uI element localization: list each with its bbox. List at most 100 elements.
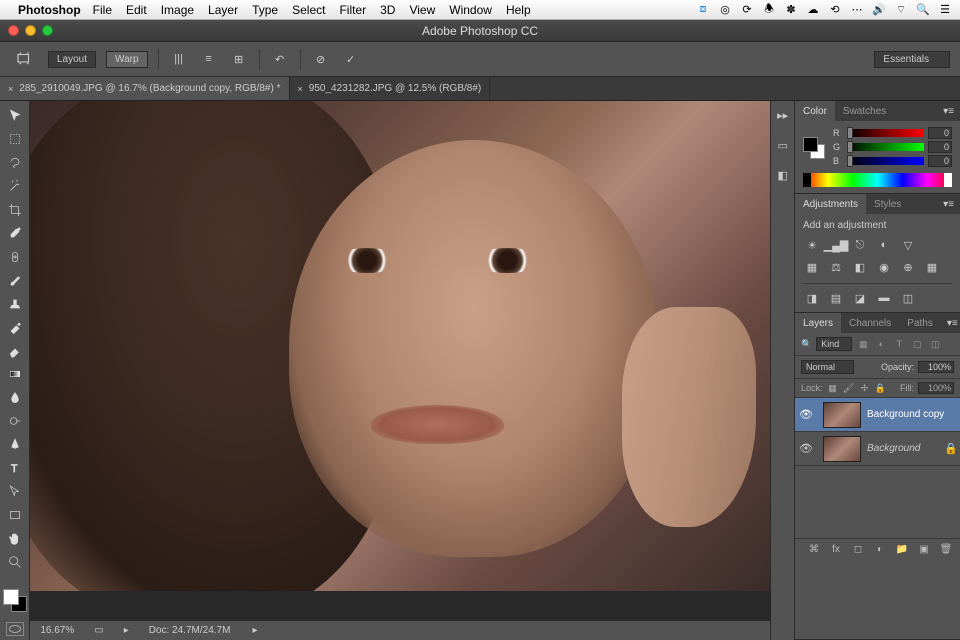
close-tab-icon[interactable]: ×	[298, 84, 303, 94]
layer-row[interactable]: 👁 Background copy	[795, 398, 960, 432]
close-tab-icon[interactable]: ×	[8, 84, 13, 94]
document-tab[interactable]: × 950_4231282.JPG @ 12.5% (RGB/8#)	[290, 77, 491, 100]
gradient-map-icon[interactable]: ▬	[875, 290, 893, 306]
sync2-icon[interactable]: ⟲	[828, 3, 842, 17]
history-panel-icon[interactable]: ▭	[773, 135, 793, 155]
menu-help[interactable]: Help	[506, 3, 531, 17]
cc-icon[interactable]: ◎	[718, 3, 732, 17]
b-value[interactable]: 0	[928, 155, 952, 167]
layer-visibility-icon[interactable]: 👁	[795, 442, 817, 455]
bell-icon[interactable]: 🕭	[762, 3, 776, 17]
r-slider[interactable]	[847, 129, 924, 137]
wifi-icon[interactable]: ⌔	[894, 3, 908, 17]
paw-icon[interactable]: ✽	[784, 3, 798, 17]
panel-menu-icon[interactable]: ▾≡	[937, 106, 960, 117]
workspace-switcher[interactable]: Essentials	[874, 51, 950, 68]
levels-icon[interactable]: ▁▄▇	[827, 237, 845, 253]
bw-icon[interactable]: ◧	[851, 259, 869, 275]
pen-tool[interactable]	[3, 434, 27, 456]
foreground-color-swatch[interactable]	[3, 589, 19, 605]
quickmask-toggle[interactable]	[6, 622, 24, 636]
commit-icon[interactable]: ✓	[341, 49, 361, 69]
fill-input[interactable]: 100%	[918, 382, 954, 394]
photo-filter-icon[interactable]: ◉	[875, 259, 893, 275]
menu-3d[interactable]: 3D	[380, 3, 395, 17]
menu-edit[interactable]: Edit	[126, 3, 147, 17]
color-tab[interactable]: Color	[795, 101, 835, 121]
properties-panel-icon[interactable]: ◧	[773, 165, 793, 185]
cancel-icon[interactable]: ⊘	[311, 49, 331, 69]
color-spectrum[interactable]	[803, 173, 952, 187]
g-slider[interactable]	[847, 143, 924, 151]
g-value[interactable]: 0	[928, 141, 952, 153]
delete-layer-icon[interactable]: 🗑	[938, 542, 954, 558]
r-value[interactable]: 0	[928, 127, 952, 139]
brightness-icon[interactable]: ☀	[803, 237, 821, 253]
menu-filter[interactable]: Filter	[339, 3, 366, 17]
volume-icon[interactable]: 🔊	[872, 3, 886, 17]
layer-fx-icon[interactable]: fx	[828, 542, 844, 558]
brush-tool[interactable]	[3, 270, 27, 292]
undo-icon[interactable]: ↶	[270, 49, 290, 69]
healing-brush-tool[interactable]	[3, 246, 27, 268]
layer-row[interactable]: 👁 Background 🔒	[795, 432, 960, 466]
document-tab-active[interactable]: × 285_2910049.JPG @ 16.7% (Background co…	[0, 77, 290, 100]
posterize-icon[interactable]: ▤	[827, 290, 845, 306]
status-icon[interactable]: ▭	[94, 625, 103, 636]
zoom-tool[interactable]	[3, 552, 27, 574]
zoom-level[interactable]: 16.67%	[40, 625, 74, 636]
menu-file[interactable]: File	[93, 3, 112, 17]
status-flyout-icon[interactable]: ▸	[124, 625, 129, 636]
invert-icon[interactable]: ◨	[803, 290, 821, 306]
filter-adjust-icon[interactable]: ◐	[874, 337, 888, 351]
color-balance-icon[interactable]: ⚖	[827, 259, 845, 275]
blend-mode-select[interactable]: Normal	[801, 360, 854, 374]
grid-icon[interactable]: ⊞	[229, 49, 249, 69]
doc-info-flyout-icon[interactable]: ▸	[252, 625, 257, 636]
gradient-tool[interactable]	[3, 364, 27, 386]
history-brush-tool[interactable]	[3, 317, 27, 339]
hand-tool[interactable]	[3, 528, 27, 550]
exposure-icon[interactable]: ◐	[875, 237, 893, 253]
selective-color-icon[interactable]: ◫	[899, 290, 917, 306]
swatches-tab[interactable]: Swatches	[835, 101, 894, 121]
adjustments-tab[interactable]: Adjustments	[795, 194, 866, 214]
lock-position-icon[interactable]: ✢	[859, 382, 871, 394]
dots-icon[interactable]: ⋯	[850, 3, 864, 17]
b-slider[interactable]	[847, 157, 924, 165]
menu-view[interactable]: View	[409, 3, 435, 17]
threshold-icon[interactable]: ◪	[851, 290, 869, 306]
document-canvas[interactable]	[30, 101, 770, 591]
dodge-tool[interactable]	[3, 411, 27, 433]
layout-mode-button[interactable]: Layout	[48, 51, 96, 68]
eraser-tool[interactable]	[3, 340, 27, 362]
marquee-tool[interactable]	[3, 129, 27, 151]
layer-mask-icon[interactable]: ◻	[850, 542, 866, 558]
layer-name[interactable]: Background	[867, 443, 942, 454]
blur-tool[interactable]	[3, 387, 27, 409]
zoom-window-button[interactable]	[42, 25, 53, 36]
opacity-input[interactable]: 100%	[918, 361, 954, 373]
dropbox-icon[interactable]: ⧈	[696, 3, 710, 17]
layer-name[interactable]: Background copy	[867, 409, 960, 420]
filter-smart-icon[interactable]: ◫	[928, 337, 942, 351]
panel-menu-icon[interactable]: ▾≡	[941, 318, 960, 329]
menu-layer[interactable]: Layer	[208, 3, 238, 17]
menu-type[interactable]: Type	[252, 3, 278, 17]
canvas-viewport[interactable]	[30, 101, 770, 620]
color-lookup-icon[interactable]: ▦	[923, 259, 941, 275]
move-tool[interactable]	[3, 105, 27, 127]
path-selection-tool[interactable]	[3, 481, 27, 503]
filter-type-icon[interactable]: T	[892, 337, 906, 351]
layer-group-icon[interactable]: 📁	[894, 542, 910, 558]
search-icon[interactable]: 🔍	[916, 3, 930, 17]
layer-thumbnail[interactable]	[823, 436, 861, 462]
hue-icon[interactable]: ▦	[803, 259, 821, 275]
filter-search-icon[interactable]: 🔍	[801, 339, 812, 350]
type-tool[interactable]: T	[3, 458, 27, 480]
menu-select[interactable]: Select	[292, 3, 325, 17]
curves-icon[interactable]: ⎋	[851, 237, 869, 253]
lock-pixels-icon[interactable]: 🖌	[843, 382, 855, 394]
color-swatches[interactable]	[3, 589, 27, 612]
filter-shape-icon[interactable]: ▢	[910, 337, 924, 351]
